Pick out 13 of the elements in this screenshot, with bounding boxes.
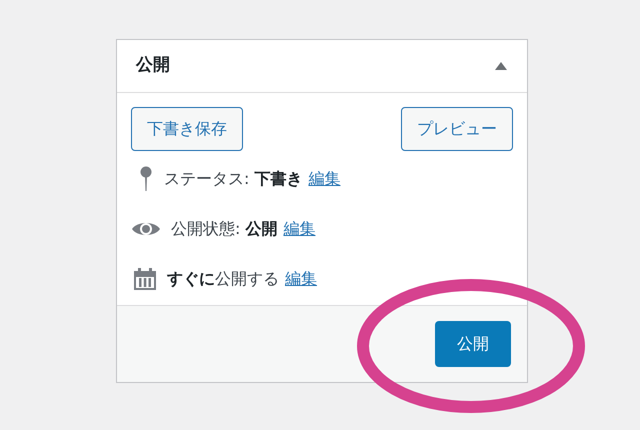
panel-title: 公開 [136,54,170,78]
calendar-icon [133,267,157,291]
save-draft-button[interactable]: 下書き保存 [131,107,243,151]
meta-text: ステータス: 下書き [164,168,302,190]
meta-text: 公開状態: 公開 [171,218,278,240]
meta-text: すぐに公開する [167,268,279,290]
edit-link[interactable]: 編集 [285,267,317,291]
edit-link[interactable]: 編集 [283,217,316,241]
preview-button[interactable]: プレビュー [401,107,513,151]
publish-button[interactable]: 公開 [435,321,511,367]
pin-icon [138,166,154,192]
collapse-icon[interactable] [495,62,507,70]
edit-link[interactable]: 編集 [308,167,340,191]
